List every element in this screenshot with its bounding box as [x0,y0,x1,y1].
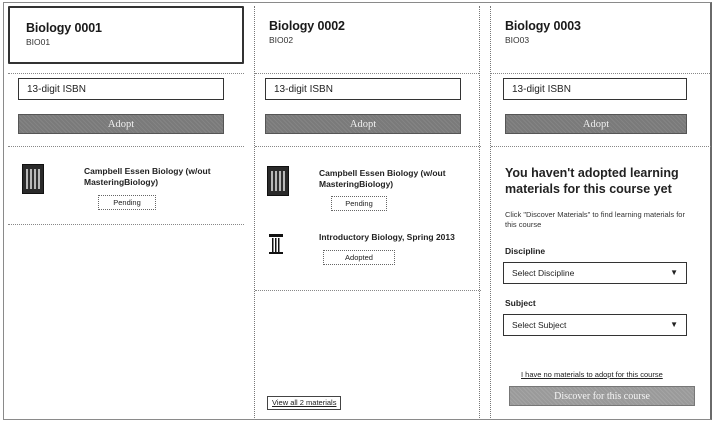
course-code: BIO03 [505,35,530,45]
material-title: Introductory Biology, Spring 2013 [319,232,455,242]
pillar-cover-icon [267,230,287,260]
divider [255,290,481,291]
book-cover-icon [267,166,289,196]
course-column-3: Biology 0003 BIO03 13-digit ISBN Adopt Y… [490,6,711,418]
course-code: BIO01 [26,37,51,47]
divider [255,64,479,74]
discipline-label: Discipline [505,246,546,256]
subject-label: Subject [505,298,536,308]
course-title: Biology 0002 [269,19,345,33]
course-column-2: Biology 0002 BIO02 13-digit ISBN Adopt C… [254,6,481,418]
adopt-button[interactable]: Adopt [18,114,224,134]
course-title: Biology 0003 [505,19,581,33]
material-title: Campbell Essen Biology (w/out MasteringB… [319,168,446,189]
no-materials-link[interactable]: I have no materials to adopt for this co… [521,370,663,379]
isbn-input[interactable]: 13-digit ISBN [18,78,224,100]
book-cover-icon [22,164,44,194]
status-badge: Adopted [323,250,395,265]
chevron-down-icon: ▼ [670,268,678,277]
divider [491,64,710,74]
status-badge: Pending [98,195,156,210]
discipline-select-value: Select Discipline [512,268,575,278]
divider [8,224,244,225]
subject-select-value: Select Subject [512,320,567,330]
divider [255,146,481,147]
course-header[interactable]: Biology 0002 BIO02 [255,6,479,64]
adopt-button[interactable]: Adopt [265,114,461,134]
isbn-input[interactable]: 13-digit ISBN [503,78,687,100]
material-title: Campbell Essen Biology (w/out MasteringB… [84,166,211,187]
divider [8,146,244,147]
course-title: Biology 0001 [26,21,102,35]
adopt-button[interactable]: Adopt [505,114,687,134]
status-badge: Pending [331,196,387,211]
divider [8,64,244,74]
view-all-materials-link[interactable]: View all 2 materials [267,396,342,410]
course-column-1: Biology 0001 BIO01 13-digit ISBN Adopt C… [8,6,244,418]
chevron-down-icon: ▼ [670,320,678,329]
empty-state-title: You haven't adopted learning materials f… [505,166,679,196]
isbn-input[interactable]: 13-digit ISBN [265,78,461,100]
discover-materials-button[interactable]: Discover for this course [509,386,695,406]
course-header[interactable]: Biology 0003 BIO03 [491,6,710,64]
course-code: BIO02 [269,35,294,45]
divider [491,146,711,147]
course-header[interactable]: Biology 0001 BIO01 [8,6,244,64]
subject-select[interactable]: Select Subject ▼ [503,314,687,336]
discipline-select[interactable]: Select Discipline ▼ [503,262,687,284]
empty-state-description: Click "Discover Materials" to find learn… [505,210,685,229]
